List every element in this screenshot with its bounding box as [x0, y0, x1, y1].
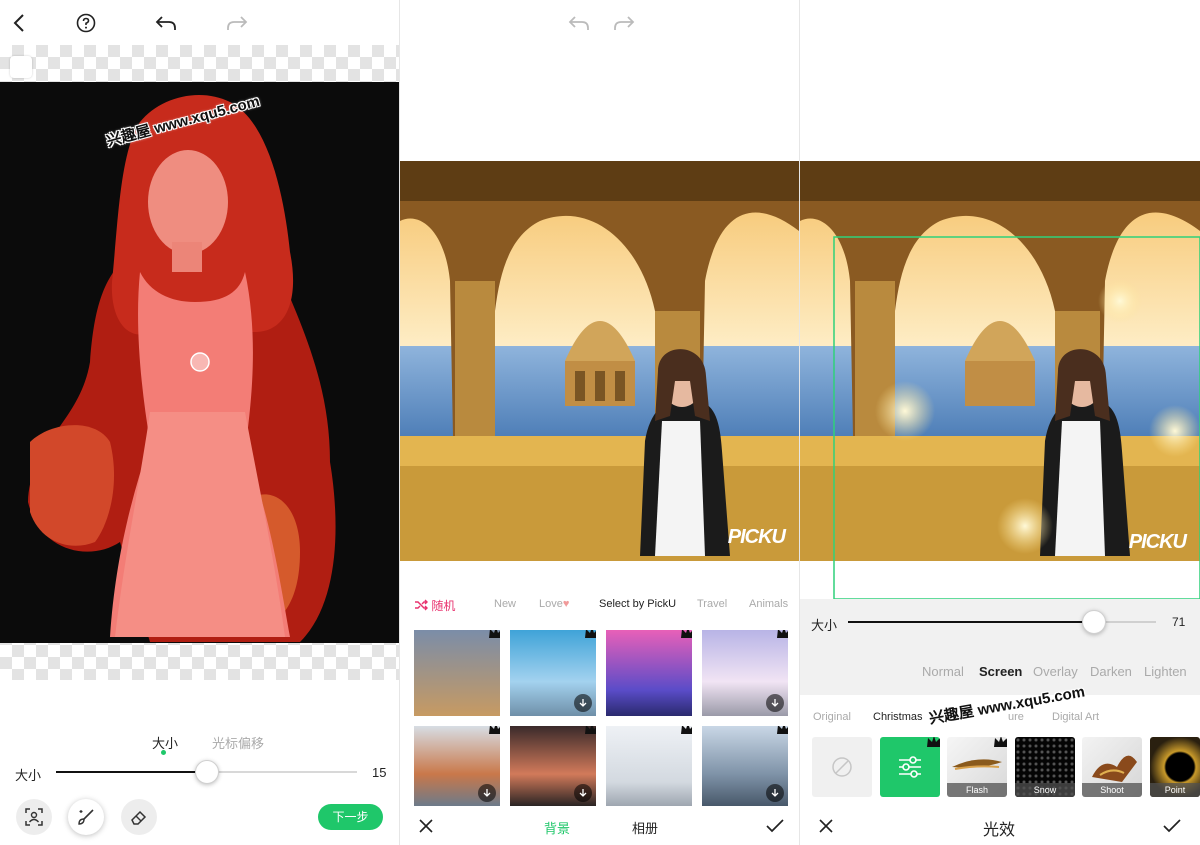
bottom-title: 光效 — [983, 822, 1016, 839]
picku-logo: PICKU — [727, 526, 786, 548]
slider-fill — [848, 621, 1095, 623]
mode-darken[interactable]: Darken — [1090, 664, 1132, 679]
tab-cursor-offset[interactable]: 光标偏移 — [212, 733, 264, 752]
download-icon[interactable] — [766, 784, 784, 802]
cutout-editor-panel: 兴趣屋 www.xqu5.com 大小 光标偏移 大小 15 下一步 — [0, 0, 399, 845]
download-icon[interactable] — [574, 694, 592, 712]
slider-knob[interactable] — [194, 760, 219, 784]
download-icon[interactable] — [574, 784, 592, 802]
background-thumb[interactable] — [414, 726, 500, 806]
light-effect-panel: PICKU 大小 71 Normal Screen Overlay Darken… — [800, 0, 1200, 845]
fx-label: Snow — [1015, 783, 1075, 797]
blend-settings — [800, 599, 1200, 695]
slider-label: 大小 — [811, 618, 838, 633]
composite-image[interactable]: PICKU — [400, 161, 799, 561]
undo-icon[interactable] — [567, 12, 591, 34]
close-icon[interactable] — [816, 816, 836, 836]
download-icon[interactable] — [478, 784, 496, 802]
redo-icon[interactable] — [612, 12, 636, 34]
size-slider[interactable] — [848, 621, 1156, 623]
tab-select-by-picku[interactable]: Select by PickU — [599, 598, 676, 610]
fx-tab-digital-art[interactable]: Digital Art — [1052, 711, 1099, 723]
picku-logo: PICKU — [1128, 531, 1187, 553]
fx-tab-original[interactable]: Original — [813, 711, 851, 723]
help-icon[interactable] — [75, 12, 97, 34]
fx-selected-adjust[interactable] — [880, 737, 940, 797]
brush-button[interactable] — [68, 799, 104, 835]
confirm-icon[interactable] — [764, 816, 786, 836]
shuffle-icon — [415, 599, 428, 611]
background-thumb[interactable] — [510, 726, 596, 806]
background-thumb[interactable] — [606, 630, 692, 716]
background-thumb[interactable] — [414, 630, 500, 716]
tab-size[interactable]: 大小 — [152, 733, 178, 752]
tab-indicator — [161, 750, 166, 755]
crown-icon — [489, 726, 500, 734]
crown-icon — [681, 726, 692, 734]
tab-background[interactable]: 背景 — [544, 818, 570, 837]
heart-icon: ♥ — [562, 598, 570, 610]
mode-overlay[interactable]: Overlay — [1033, 664, 1078, 679]
mode-lighten[interactable]: Lighten — [1144, 664, 1187, 679]
fx-point[interactable]: Point — [1150, 737, 1200, 797]
tab-album[interactable]: 相册 — [632, 818, 658, 837]
crown-icon — [585, 630, 596, 638]
mode-screen[interactable]: Screen — [979, 664, 1022, 679]
crown-icon — [489, 630, 500, 638]
fx-flash[interactable]: Flash — [947, 737, 1007, 797]
crown-icon — [585, 726, 596, 734]
tab-random[interactable]: 随机 — [414, 597, 455, 614]
crown-icon — [777, 630, 788, 638]
background-thumb[interactable] — [510, 630, 596, 716]
composite-image[interactable]: PICKU — [800, 161, 1200, 599]
crown-icon — [777, 726, 788, 734]
eraser-button[interactable] — [121, 799, 157, 835]
background-panel: PICKU 随机 New Love♥ Select by PickU Trave… — [400, 0, 799, 845]
background-thumb[interactable] — [702, 726, 788, 806]
back-icon[interactable] — [8, 12, 30, 34]
fx-snow[interactable]: Snow — [1015, 737, 1075, 797]
download-icon[interactable] — [766, 694, 784, 712]
undo-icon[interactable] — [154, 12, 178, 34]
slider-fill — [56, 771, 207, 773]
fx-tab-christmas[interactable]: Christmas — [873, 711, 923, 723]
background-thumb[interactable] — [606, 726, 692, 806]
background-thumb[interactable] — [702, 630, 788, 716]
mode-normal[interactable]: Normal — [922, 664, 964, 679]
none-icon — [832, 757, 852, 777]
crown-icon — [681, 630, 692, 638]
layer-toggle[interactable] — [10, 56, 32, 78]
close-icon[interactable] — [416, 816, 436, 836]
confirm-icon[interactable] — [1161, 816, 1183, 836]
cutout-photo[interactable] — [0, 82, 399, 643]
fx-none[interactable] — [812, 737, 872, 797]
redo-icon[interactable] — [225, 12, 249, 34]
next-button[interactable]: 下一步 — [318, 804, 383, 830]
tab-animals[interactable]: Animals — [749, 598, 788, 610]
fx-label: Shoot — [1082, 783, 1142, 797]
fx-label: Point — [1150, 783, 1200, 797]
face-detect-button[interactable] — [16, 799, 52, 835]
tab-travel[interactable]: Travel — [697, 598, 727, 610]
slider-value: 71 — [1172, 615, 1186, 629]
tab-new[interactable]: New — [494, 598, 516, 610]
crown-icon — [927, 737, 940, 747]
slider-value: 15 — [372, 765, 387, 780]
tab-love[interactable]: Love♥ — [539, 598, 569, 610]
fx-shoot[interactable]: Shoot — [1082, 737, 1142, 797]
crown-icon — [994, 737, 1007, 747]
slider-label: 大小 — [15, 768, 42, 783]
fx-label: Flash — [947, 783, 1007, 797]
bottom-bar — [400, 806, 799, 845]
adjust-icon — [899, 756, 921, 778]
